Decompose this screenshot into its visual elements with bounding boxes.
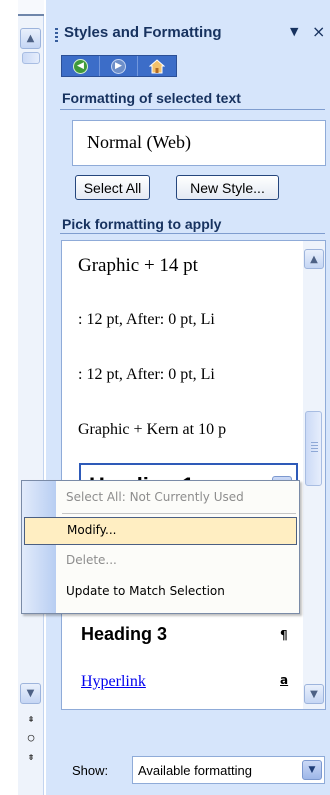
pane-navigation-bar: ◀ ▶ — [61, 55, 177, 77]
chevron-up-icon: ▲ — [26, 33, 35, 44]
back-button[interactable]: ◀ — [62, 56, 100, 76]
pane-grip-handle[interactable] — [55, 28, 58, 42]
double-down-arrow-icon: ⇟ — [27, 750, 35, 763]
divider — [60, 233, 325, 234]
scroll-up-button[interactable]: ▲ — [304, 249, 324, 269]
style-list-item-heading-3[interactable]: Heading 3 — [81, 624, 167, 645]
menu-item-label: Select All: Not Currently Used — [66, 490, 244, 504]
scroll-up-button[interactable]: ▲ — [20, 28, 41, 49]
forward-button[interactable]: ▶ — [100, 56, 138, 76]
scrollbar-split-handle[interactable] — [18, 0, 44, 16]
style-list-item-hyperlink[interactable]: Hyperlink — [81, 673, 146, 691]
new-style-button[interactable]: New Style... — [176, 175, 279, 200]
menu-separator — [62, 513, 296, 514]
menu-item-select-all[interactable]: Select All: Not Currently Used — [22, 484, 299, 512]
pane-menu-arrow-icon[interactable]: ▼ — [290, 25, 298, 38]
back-arrow-icon: ◀ — [73, 58, 88, 74]
formatting-selected-heading: Formatting of selected text — [62, 90, 241, 106]
document-vertical-scrollbar[interactable]: ▲ ▼ ⇞ ○ ⇟ — [18, 0, 44, 795]
scroll-down-button[interactable]: ▼ — [304, 684, 324, 704]
current-style-name: Normal (Web) — [87, 132, 192, 152]
home-button[interactable] — [138, 56, 176, 76]
scroll-down-button[interactable]: ▼ — [20, 683, 41, 704]
current-style-box[interactable]: Normal (Web) — [72, 120, 326, 166]
chevron-down-icon: ▼ — [308, 765, 316, 775]
character-style-icon: a — [280, 673, 289, 687]
divider — [60, 109, 325, 110]
style-list-scrollbar[interactable]: ▲ ▼ — [303, 241, 325, 709]
menu-item-label: Delete... — [66, 553, 117, 567]
chevron-up-icon: ▲ — [310, 253, 318, 265]
show-value: Available formatting — [138, 763, 252, 778]
double-up-arrow-icon: ⇞ — [27, 712, 35, 725]
circle-icon: ○ — [27, 731, 35, 744]
menu-item-delete[interactable]: Delete... — [22, 547, 299, 575]
pane-close-button[interactable]: × — [312, 22, 325, 41]
style-context-menu: Select All: Not Currently Used Modify...… — [21, 480, 300, 614]
paragraph-style-icon: ¶ — [280, 628, 288, 642]
style-list-item[interactable]: : 12 pt, After: 0 pt, Li — [78, 311, 215, 329]
pane-title: Styles and Formatting — [64, 24, 222, 41]
pick-formatting-heading: Pick formatting to apply — [62, 216, 222, 232]
select-all-button[interactable]: Select All — [75, 175, 150, 200]
home-icon — [149, 58, 165, 73]
menu-item-label: Modify... — [67, 523, 117, 537]
scroll-thumb[interactable] — [22, 52, 40, 64]
scroll-thumb[interactable] — [305, 411, 322, 486]
next-page-button[interactable]: ⇟ — [18, 750, 44, 763]
select-browse-object-button[interactable]: ○ — [18, 731, 44, 744]
previous-page-button[interactable]: ⇞ — [18, 712, 44, 725]
style-list-item[interactable]: : 12 pt, After: 0 pt, Li — [78, 366, 215, 384]
style-list[interactable]: Graphic + 14 pt : 12 pt, After: 0 pt, Li… — [61, 240, 326, 710]
styles-and-formatting-pane: Styles and Formatting ▼ × ◀ ▶ Formatting… — [46, 0, 330, 795]
menu-item-update-to-match-selection[interactable]: Update to Match Selection — [22, 578, 299, 606]
style-list-item[interactable]: Graphic + Kern at 10 p — [78, 421, 226, 439]
show-label: Show: — [72, 763, 109, 778]
dropdown-button[interactable]: ▼ — [302, 760, 322, 780]
menu-item-modify[interactable]: Modify... — [24, 517, 297, 545]
forward-arrow-icon: ▶ — [111, 58, 126, 74]
show-dropdown[interactable]: Available formatting ▼ — [132, 756, 325, 784]
grip-icon — [311, 442, 318, 454]
chevron-down-icon: ▼ — [310, 688, 318, 700]
menu-item-label: Update to Match Selection — [66, 584, 225, 598]
style-list-item[interactable]: Graphic + 14 pt — [78, 255, 198, 277]
chevron-down-icon: ▼ — [26, 688, 35, 699]
